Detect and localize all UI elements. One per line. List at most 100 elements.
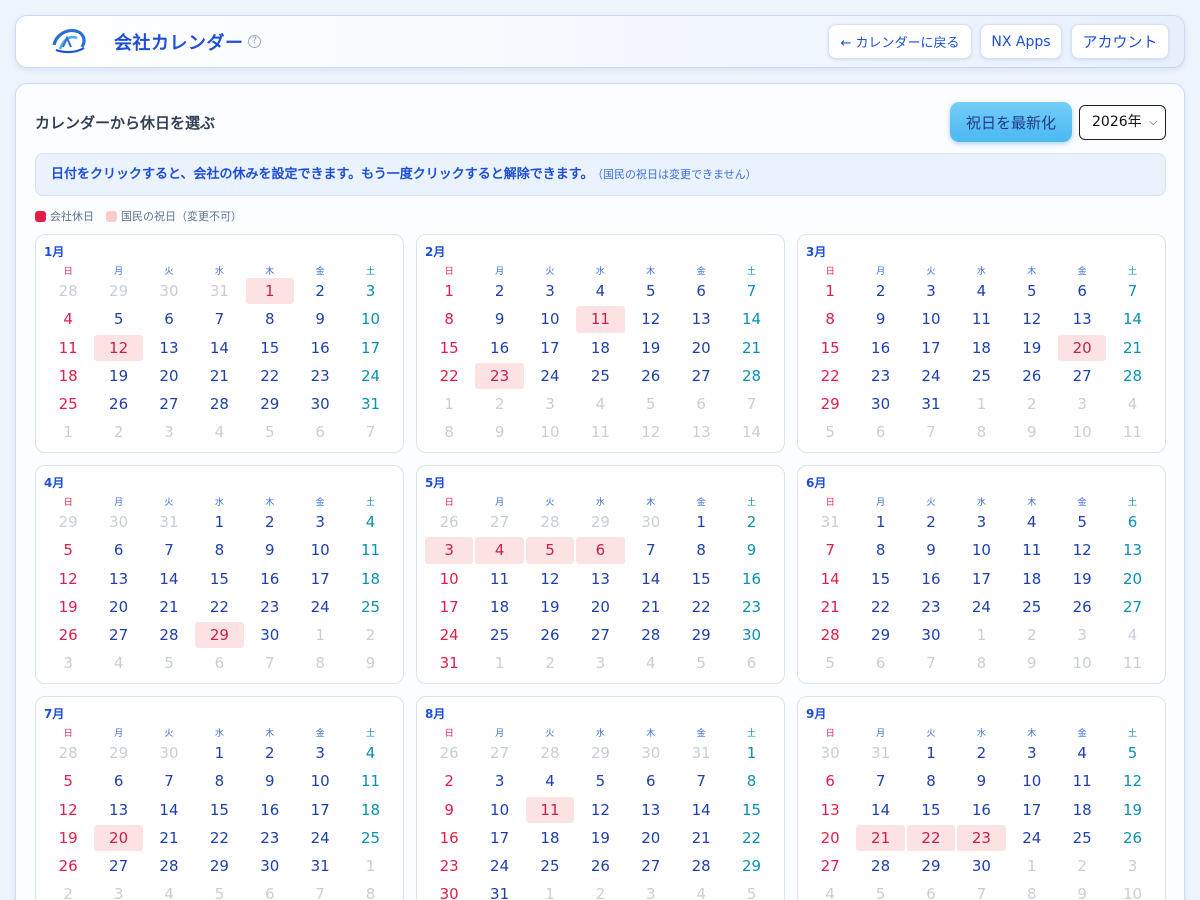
day-cell[interactable]: 10 [907, 306, 955, 332]
day-cell[interactable]: 21 [195, 363, 243, 389]
day-cell[interactable]: 18 [576, 335, 624, 361]
day-cell[interactable]: 8 [425, 306, 473, 332]
day-cell[interactable]: 6 [1108, 509, 1156, 535]
day-cell[interactable]: 25 [44, 391, 92, 417]
day-cell-holiday[interactable]: 12 [94, 334, 143, 361]
day-cell[interactable]: 16 [425, 825, 473, 851]
day-cell[interactable]: 2 [246, 740, 294, 766]
day-cell[interactable]: 20 [1108, 566, 1156, 592]
day-cell[interactable]: 12 [44, 566, 92, 592]
day-cell[interactable]: 26 [576, 853, 624, 879]
day-cell[interactable]: 18 [957, 335, 1005, 361]
day-cell[interactable]: 20 [627, 825, 675, 851]
day-cell[interactable]: 7 [145, 768, 193, 794]
day-cell[interactable]: 10 [957, 537, 1005, 563]
day-cell[interactable]: 21 [1108, 335, 1156, 361]
help-icon[interactable]: ? [248, 35, 261, 48]
day-cell[interactable]: 6 [94, 768, 142, 794]
day-cell[interactable]: 29 [806, 391, 854, 417]
day-cell[interactable]: 13 [145, 335, 193, 361]
day-cell[interactable]: 7 [195, 306, 243, 332]
day-cell[interactable]: 8 [677, 537, 725, 563]
day-cell[interactable]: 10 [296, 537, 344, 563]
day-cell[interactable]: 12 [526, 566, 574, 592]
day-cell[interactable]: 26 [44, 853, 92, 879]
day-cell[interactable]: 6 [627, 768, 675, 794]
day-cell[interactable]: 30 [296, 391, 344, 417]
day-cell[interactable]: 30 [727, 622, 775, 648]
day-cell[interactable]: 5 [627, 278, 675, 304]
day-cell[interactable]: 27 [94, 622, 142, 648]
day-cell[interactable]: 21 [627, 594, 675, 620]
day-cell[interactable]: 6 [806, 768, 854, 794]
day-cell[interactable]: 20 [806, 825, 854, 851]
day-cell[interactable]: 21 [145, 825, 193, 851]
day-cell[interactable]: 25 [1058, 825, 1106, 851]
day-cell[interactable]: 5 [1108, 740, 1156, 766]
day-cell[interactable]: 30 [856, 391, 904, 417]
day-cell[interactable]: 15 [856, 566, 904, 592]
day-cell[interactable]: 1 [727, 740, 775, 766]
day-cell[interactable]: 21 [806, 594, 854, 620]
day-cell[interactable]: 13 [1058, 306, 1106, 332]
day-cell[interactable]: 27 [627, 853, 675, 879]
day-cell[interactable]: 12 [1008, 306, 1056, 332]
day-cell[interactable]: 17 [346, 335, 394, 361]
day-cell[interactable]: 4 [576, 278, 624, 304]
day-cell[interactable]: 2 [856, 278, 904, 304]
day-cell-holiday[interactable]: 5 [525, 537, 575, 564]
day-cell[interactable]: 14 [195, 335, 243, 361]
day-cell[interactable]: 19 [44, 825, 92, 851]
day-cell[interactable]: 15 [246, 335, 294, 361]
day-cell[interactable]: 24 [346, 363, 394, 389]
day-cell[interactable]: 21 [727, 335, 775, 361]
day-cell[interactable]: 8 [727, 768, 775, 794]
day-cell[interactable]: 10 [1008, 768, 1056, 794]
day-cell[interactable]: 17 [296, 797, 344, 823]
day-cell[interactable]: 9 [425, 797, 473, 823]
day-cell[interactable]: 1 [907, 740, 955, 766]
day-cell[interactable]: 17 [425, 594, 473, 620]
day-cell[interactable]: 3 [346, 278, 394, 304]
day-cell[interactable]: 8 [907, 768, 955, 794]
back-to-calendar-button[interactable]: ← カレンダーに戻る [828, 24, 972, 59]
day-cell[interactable]: 11 [44, 335, 92, 361]
day-cell[interactable]: 3 [296, 740, 344, 766]
day-cell[interactable]: 5 [44, 537, 92, 563]
day-cell[interactable]: 4 [526, 768, 574, 794]
day-cell-holiday[interactable]: 1 [245, 278, 294, 305]
day-cell[interactable]: 2 [727, 509, 775, 535]
day-cell[interactable]: 18 [44, 363, 92, 389]
day-cell[interactable]: 8 [246, 306, 294, 332]
day-cell[interactable]: 14 [145, 797, 193, 823]
day-cell[interactable]: 2 [475, 278, 523, 304]
day-cell[interactable]: 10 [526, 306, 574, 332]
day-cell[interactable]: 16 [246, 566, 294, 592]
day-cell[interactable]: 28 [856, 853, 904, 879]
day-cell[interactable]: 13 [576, 566, 624, 592]
day-cell[interactable]: 18 [1058, 797, 1106, 823]
day-cell[interactable]: 14 [677, 797, 725, 823]
day-cell[interactable]: 10 [346, 306, 394, 332]
day-cell[interactable]: 14 [145, 566, 193, 592]
day-cell[interactable]: 2 [957, 740, 1005, 766]
day-cell[interactable]: 25 [526, 853, 574, 879]
day-cell[interactable]: 13 [94, 566, 142, 592]
day-cell[interactable]: 21 [677, 825, 725, 851]
day-cell[interactable]: 16 [856, 335, 904, 361]
day-cell-holiday[interactable]: 11 [525, 796, 575, 823]
day-cell[interactable]: 1 [425, 278, 473, 304]
day-cell[interactable]: 30 [957, 853, 1005, 879]
nx-apps-button[interactable]: NX Apps [980, 24, 1062, 59]
day-cell[interactable]: 20 [94, 594, 142, 620]
day-cell[interactable]: 15 [677, 566, 725, 592]
day-cell[interactable]: 8 [195, 537, 243, 563]
day-cell[interactable]: 8 [806, 306, 854, 332]
day-cell[interactable]: 29 [246, 391, 294, 417]
day-cell[interactable]: 12 [627, 306, 675, 332]
day-cell[interactable]: 13 [806, 797, 854, 823]
day-cell[interactable]: 27 [576, 622, 624, 648]
day-cell[interactable]: 16 [246, 797, 294, 823]
day-cell[interactable]: 27 [145, 391, 193, 417]
day-cell[interactable]: 10 [475, 797, 523, 823]
